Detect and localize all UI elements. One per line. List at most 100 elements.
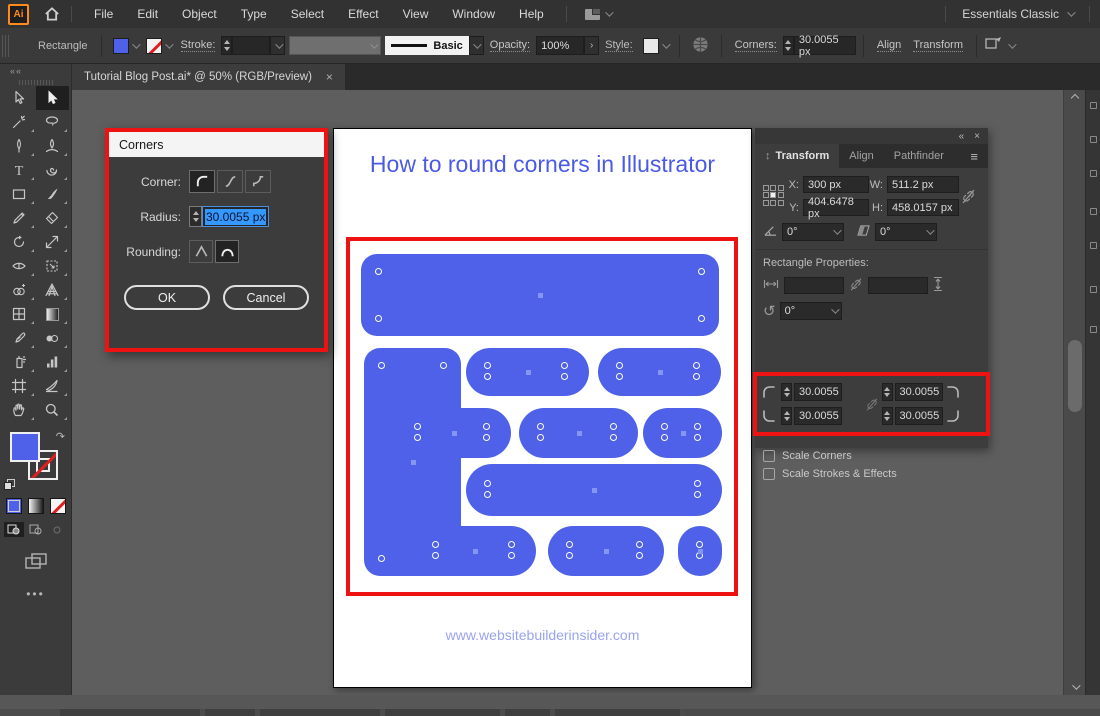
magic-wand-tool[interactable] (3, 110, 36, 134)
close-tab-icon[interactable]: × (326, 70, 333, 84)
corner-widget-icon[interactable] (610, 423, 617, 430)
align-panel-link[interactable]: Align (877, 39, 901, 52)
corner-widget-icon[interactable] (414, 434, 421, 441)
fill-color-control[interactable] (113, 38, 138, 54)
slice-tool[interactable] (36, 374, 69, 398)
corner-widget-icon[interactable] (693, 362, 700, 369)
corner-widget-icon[interactable] (378, 362, 385, 369)
menu-view[interactable]: View (391, 0, 441, 28)
menu-window[interactable]: Window (440, 0, 507, 28)
illustrator-logo[interactable]: Ai (8, 4, 29, 25)
recolor-artwork-icon[interactable] (691, 35, 710, 57)
dialog-title[interactable]: Corners (109, 132, 324, 157)
isolate-selected-object-icon[interactable] (984, 36, 1004, 55)
eyedropper-tool[interactable] (3, 326, 36, 350)
menu-type[interactable]: Type (229, 0, 279, 28)
swap-fill-stroke-icon[interactable]: ↷ (56, 430, 65, 443)
h-field[interactable]: 458.0157 px (887, 199, 959, 216)
reference-point-selector[interactable] (763, 185, 785, 207)
center-anchor[interactable] (592, 488, 597, 493)
corner-widget-icon[interactable] (508, 552, 515, 559)
corner-widget-icon[interactable] (432, 552, 439, 559)
selection-tool[interactable] (3, 86, 36, 110)
x-field[interactable]: 300 px (803, 176, 869, 193)
edit-toolbar-icon[interactable]: ••• (0, 587, 71, 601)
artboard-tool[interactable] (3, 374, 36, 398)
corner-widget-icon[interactable] (483, 434, 490, 441)
radius-stepper[interactable] (189, 206, 202, 227)
corner-widget-icon[interactable] (610, 434, 617, 441)
corner-widget-icon[interactable] (616, 362, 623, 369)
radius-input[interactable]: 30.0055 px (202, 206, 269, 227)
control-bar-grip[interactable] (2, 35, 10, 57)
corner-widget-icon[interactable] (694, 434, 701, 441)
corner-widget-icon[interactable] (661, 434, 668, 441)
corner-widget-icon[interactable] (508, 541, 515, 548)
corner-chamfer-button[interactable] (217, 170, 243, 193)
curvature-tool[interactable] (36, 134, 69, 158)
center-anchor[interactable] (538, 293, 543, 298)
menu-effect[interactable]: Effect (336, 0, 390, 28)
graphic-style-control[interactable] (643, 38, 668, 54)
document-tab[interactable]: Tutorial Blog Post.ai* @ 50% (RGB/Previe… (72, 64, 345, 90)
rounded-rectangle-shape[interactable] (466, 464, 722, 516)
tab-transform[interactable]: ↕Transform (755, 144, 839, 168)
y-field[interactable]: 404.6478 px (803, 199, 869, 216)
corner-radius-bottom-right-field[interactable]: 30.0055 (895, 407, 943, 425)
pen-tool[interactable] (3, 134, 36, 158)
panel-menu-icon[interactable]: ≡ (960, 144, 988, 168)
transform-panel-link[interactable]: Transform (913, 39, 963, 52)
workspace-switcher[interactable]: Essentials Classic (956, 7, 1079, 21)
corner-link-broken-icon[interactable] (862, 397, 882, 412)
draw-normal-icon[interactable] (4, 522, 24, 537)
width-tool[interactable] (3, 254, 36, 278)
corner-widget-icon[interactable] (414, 423, 421, 430)
stroke-weight-dropdown[interactable] (270, 36, 285, 55)
scrollbar-thumb[interactable] (1068, 340, 1082, 412)
corner-widget-icon[interactable] (561, 362, 568, 369)
corner-inverted-round-button[interactable] (245, 170, 271, 193)
center-anchor[interactable] (681, 431, 686, 436)
rounding-absolute-button[interactable] (189, 240, 213, 263)
spiral-tool[interactable] (36, 158, 69, 182)
center-anchor[interactable] (658, 370, 663, 375)
rounded-rectangle-shape[interactable] (643, 408, 722, 458)
corner-radius-bottom-left-field[interactable]: 30.0055 (794, 407, 842, 425)
corner-widget-icon[interactable] (375, 315, 382, 322)
corner-widget-icon[interactable] (561, 373, 568, 380)
hand-tool[interactable] (3, 398, 36, 422)
type-tool[interactable]: T (3, 158, 36, 182)
collapsed-panel-dock[interactable] (1085, 90, 1100, 695)
tools-grip[interactable] (0, 78, 71, 86)
fill-color-swatch[interactable] (113, 38, 129, 54)
corner-widget-icon[interactable] (616, 373, 623, 380)
vertical-scrollbar[interactable] (1063, 90, 1085, 695)
tl-corner-icon[interactable] (761, 384, 779, 400)
lasso-tool[interactable] (36, 110, 69, 134)
opacity-panel-link[interactable]: Opacity: (490, 39, 530, 52)
corner-widget-icon[interactable] (698, 315, 705, 322)
artboard[interactable]: How to round corners in Illustrator www.… (333, 128, 752, 688)
style-panel-link[interactable]: Style: (605, 39, 633, 52)
corners-value-field[interactable]: 30.0055 px (794, 36, 856, 55)
rotate-dropdown[interactable]: 0° (782, 223, 844, 241)
paintbrush-tool[interactable] (36, 182, 69, 206)
corner-widget-icon[interactable] (636, 552, 643, 559)
corner-widget-icon[interactable] (694, 491, 701, 498)
menu-file[interactable]: File (82, 0, 125, 28)
menu-object[interactable]: Object (170, 0, 229, 28)
free-transform-tool[interactable] (36, 254, 69, 278)
rounded-rectangle-shape[interactable] (414, 526, 536, 576)
tab-align[interactable]: Align (839, 144, 883, 168)
corner-round-button[interactable] (189, 170, 215, 193)
scroll-up-icon[interactable] (1064, 90, 1086, 106)
corner-radius-bottom-right-stepper[interactable] (882, 407, 893, 425)
link-broken-icon[interactable] (849, 277, 863, 295)
symbol-sprayer-tool[interactable] (3, 350, 36, 374)
change-screen-mode-icon[interactable] (0, 551, 71, 571)
arrange-documents-button[interactable] (585, 9, 611, 20)
menu-help[interactable]: Help (507, 0, 556, 28)
canvas-area[interactable]: How to round corners in Illustrator www.… (72, 90, 1100, 695)
center-anchor[interactable] (604, 549, 609, 554)
stroke-weight-field[interactable] (232, 36, 270, 55)
